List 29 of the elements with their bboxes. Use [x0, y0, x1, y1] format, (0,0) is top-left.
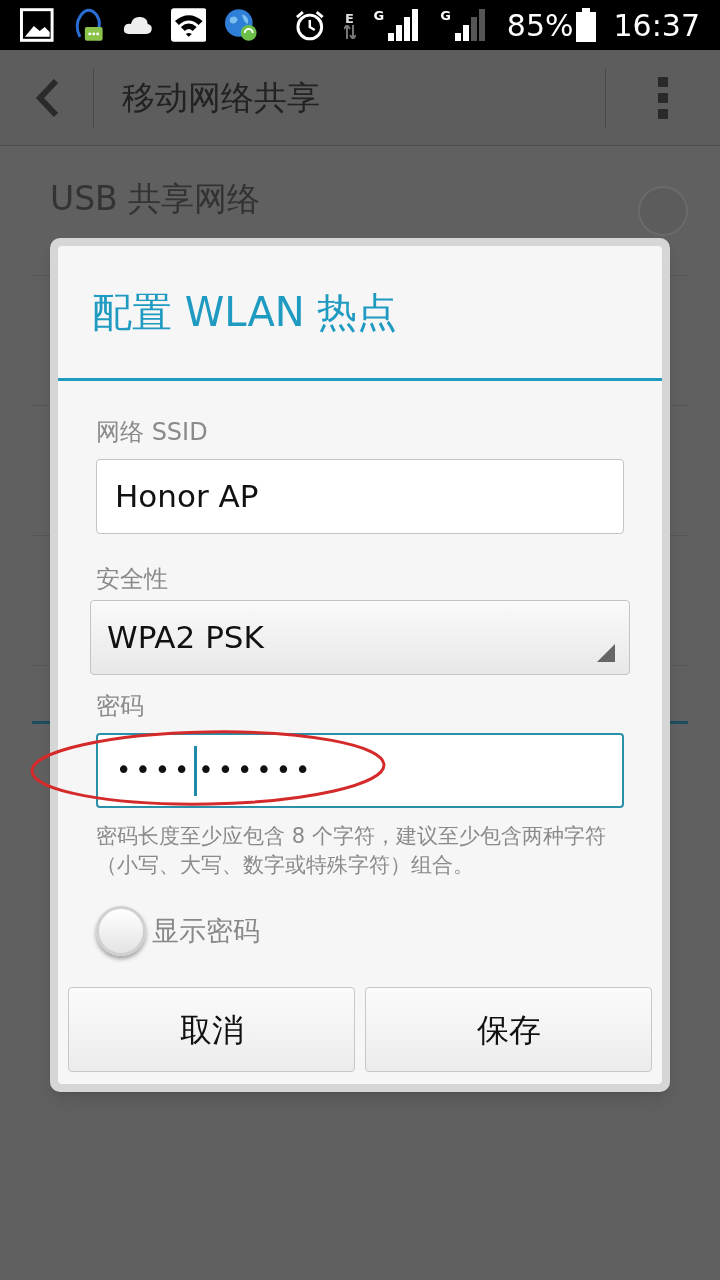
- show-password-checkbox[interactable]: [96, 906, 146, 956]
- dropdown-corner-icon: [597, 644, 615, 662]
- alarm-clock-icon: [293, 9, 326, 41]
- field-label: 密码: [96, 691, 145, 721]
- network-type-label: E: [345, 11, 354, 25]
- checkbox-label: 显示密码: [152, 913, 260, 948]
- password-input-field[interactable]: •••• ••••••: [96, 733, 624, 808]
- dialog-button[interactable]: 取消: [68, 987, 355, 1072]
- dialog-title: 配置 WLAN 热点: [58, 246, 662, 381]
- clock-time: 16:37: [613, 6, 700, 45]
- network-type-label: G: [440, 9, 451, 22]
- security-dropdown[interactable]: WPA2 PSK: [90, 600, 630, 675]
- action-bar-title: 移动网络共享: [122, 76, 321, 119]
- field-label: 安全性: [96, 564, 169, 594]
- battery-percent: 85%: [506, 6, 574, 45]
- password-dots: •••• ••••••: [116, 745, 315, 796]
- cloud-icon: [123, 15, 153, 35]
- back-chevron-icon: [33, 77, 60, 118]
- image-icon: [20, 8, 54, 42]
- battery-icon: [575, 8, 596, 42]
- network-type-label: G: [373, 9, 385, 22]
- wifi-icon: [170, 8, 207, 42]
- globe-sync-icon: [224, 8, 258, 42]
- password-hint: 密码长度至少应包含 8 个字符，建议至少包含两种字符（小写、大写、数字或特殊字符）组合。: [96, 823, 607, 879]
- ssid-input-field[interactable]: Honor AP: [96, 459, 624, 534]
- data-arrows-icon: [343, 24, 356, 39]
- dialog-button[interactable]: 保存: [365, 987, 652, 1072]
- field-label: 网络 SSID: [96, 417, 209, 447]
- text-cursor: [194, 745, 198, 796]
